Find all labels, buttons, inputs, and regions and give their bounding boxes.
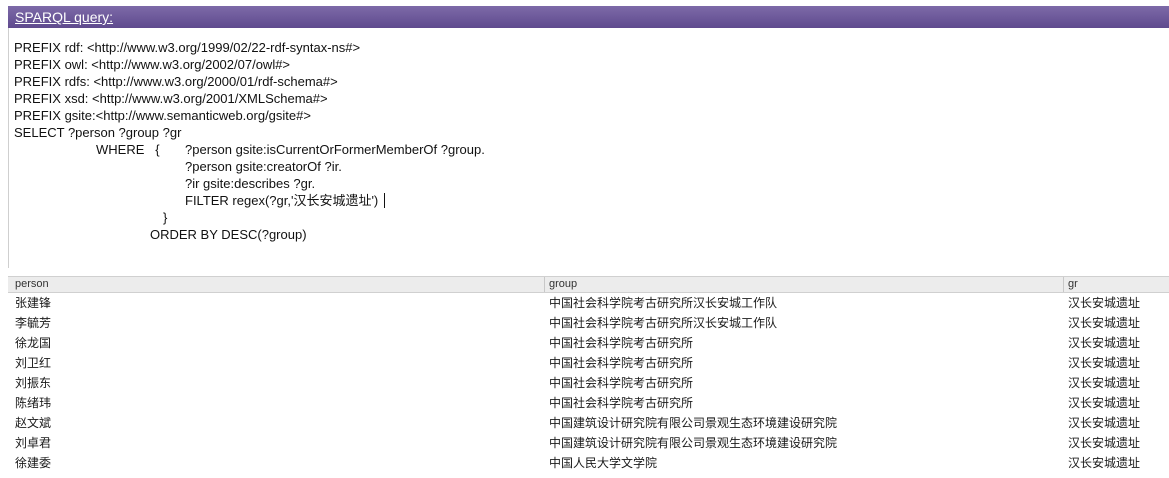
column-header-gr[interactable]: gr [1068,277,1078,292]
column-divider [544,277,545,292]
query-line: FILTER regex(?gr,'汉长安城遗址') [185,193,379,208]
cell-group: 中国建筑设计研究院有限公司景观生态环境建设研究院 [549,436,838,450]
cell-group: 中国社会科学院考古研究所汉长安城工作队 [549,296,778,310]
query-line: ORDER BY DESC(?group) [150,227,307,242]
column-header-group[interactable]: group [549,277,577,292]
column-header-person[interactable]: person [15,277,49,292]
query-line: PREFIX gsite:<http://www.semanticweb.org… [14,108,311,123]
query-panel-header: SPARQL query: [8,6,1169,28]
cell-person: 陈绪玮 [15,396,52,410]
cell-person: 徐龙国 [15,336,52,350]
cell-gr: 汉长安城遗址 [1068,416,1141,430]
text-caret [384,193,386,208]
cell-group: 中国社会科学院考古研究所 [549,396,694,410]
table-row[interactable]: 赵文斌 中国建筑设计研究院有限公司景观生态环境建设研究院 汉长安城遗址 [8,414,1169,432]
query-line-with-caret: FILTER regex(?gr,'汉长安城遗址') [185,193,386,209]
cell-gr: 汉长安城遗址 [1068,356,1141,370]
table-row[interactable]: 李毓芳 中国社会科学院考古研究所汉长安城工作队 汉长安城遗址 [8,314,1169,332]
query-line: SELECT ?person ?group ?gr [14,125,182,140]
cell-gr: 汉长安城遗址 [1068,336,1141,350]
cell-person: 李毓芳 [15,316,52,330]
cell-group: 中国建筑设计研究院有限公司景观生态环境建设研究院 [549,416,838,430]
table-row[interactable]: 刘卫红 中国社会科学院考古研究所 汉长安城遗址 [8,354,1169,372]
cell-person: 张建锋 [15,296,52,310]
query-line: WHERE { [96,142,160,157]
cell-gr: 汉长安城遗址 [1068,316,1141,330]
column-divider [1063,277,1064,292]
cell-person: 刘卫红 [15,356,52,370]
results-table-header: person group gr [8,276,1169,293]
cell-group: 中国人民大学文学院 [549,456,658,470]
sparql-query-editor[interactable]: PREFIX rdf: <http://www.w3.org/1999/02/2… [8,28,1169,268]
cell-group: 中国社会科学院考古研究所 [549,376,694,390]
query-panel-title: SPARQL query: [15,9,114,25]
query-line: PREFIX rdfs: <http://www.w3.org/2000/01/… [14,74,338,89]
table-row[interactable]: 刘卓君 中国建筑设计研究院有限公司景观生态环境建设研究院 汉长安城遗址 [8,434,1169,452]
table-row[interactable]: 张建锋 中国社会科学院考古研究所汉长安城工作队 汉长安城遗址 [8,294,1169,312]
query-line: ?person gsite:isCurrentOrFormerMemberOf … [185,142,485,157]
cell-gr: 汉长安城遗址 [1068,436,1141,450]
cell-group: 中国社会科学院考古研究所汉长安城工作队 [549,316,778,330]
query-results-table: person group gr 张建锋 中国社会科学院考古研究所汉长安城工作队 … [8,276,1169,478]
table-row[interactable]: 陈绪玮 中国社会科学院考古研究所 汉长安城遗址 [8,394,1169,412]
cell-person: 徐建委 [15,456,52,470]
table-row[interactable]: 徐龙国 中国社会科学院考古研究所 汉长安城遗址 [8,334,1169,352]
table-row[interactable]: 刘振东 中国社会科学院考古研究所 汉长安城遗址 [8,374,1169,392]
query-line: ?person gsite:creatorOf ?ir. [185,159,342,174]
query-line: PREFIX xsd: <http://www.w3.org/2001/XMLS… [14,91,328,106]
cell-gr: 汉长安城遗址 [1068,456,1141,470]
query-line: PREFIX owl: <http://www.w3.org/2002/07/o… [14,57,291,72]
cell-group: 中国社会科学院考古研究所 [549,336,694,350]
cell-person: 赵文斌 [15,416,52,430]
cell-person: 刘卓君 [15,436,52,450]
query-line: PREFIX rdf: <http://www.w3.org/1999/02/2… [14,40,361,55]
cell-gr: 汉长安城遗址 [1068,396,1141,410]
query-line: } [163,210,168,225]
cell-gr: 汉长安城遗址 [1068,296,1141,310]
sparql-query-panel: SPARQL query: PREFIX rdf: <http://www.w3… [0,0,1169,478]
cell-person: 刘振东 [15,376,52,390]
query-line: ?ir gsite:describes ?gr. [185,176,316,191]
cell-gr: 汉长安城遗址 [1068,376,1141,390]
cell-group: 中国社会科学院考古研究所 [549,356,694,370]
table-row[interactable]: 徐建委 中国人民大学文学院 汉长安城遗址 [8,454,1169,472]
